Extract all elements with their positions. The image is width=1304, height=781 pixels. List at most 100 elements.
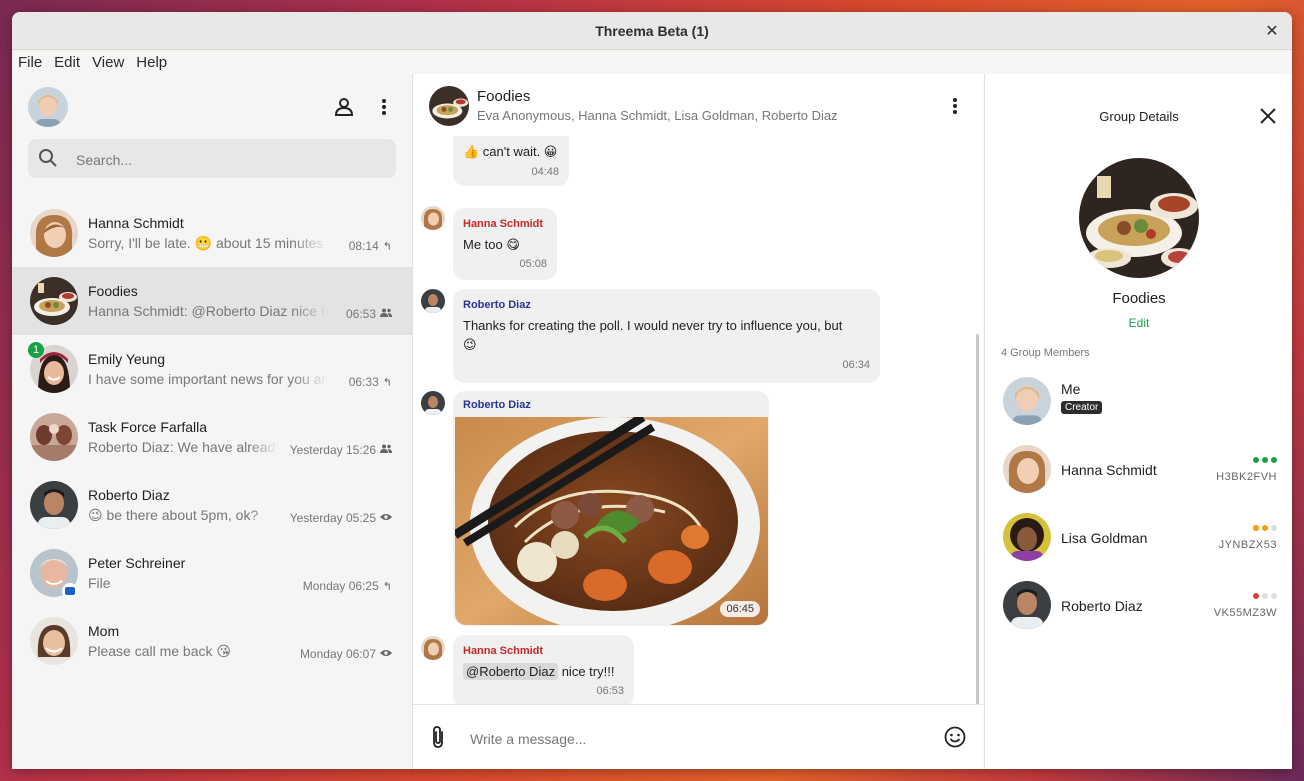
conversation-item[interactable]: Peter Schreiner File Monday 06:25 ↰ (12, 539, 412, 607)
conversation-item[interactable]: Foodies Hanna Schmidt: @Roberto Diaz nic… (12, 267, 412, 335)
conversation-time: 06:53 (345, 307, 376, 321)
chat-more-options-icon[interactable] (943, 94, 967, 118)
verification-level-indicator (1253, 593, 1277, 599)
threema-id: VK55MZ3W (1213, 607, 1277, 619)
member-avatar (1003, 445, 1051, 493)
chat-title: Foodies (477, 88, 531, 105)
close-window-button[interactable]: ✕ (1262, 21, 1282, 41)
conversation-item[interactable]: Task Force Farfalla Roberto Diaz: We hav… (12, 403, 412, 471)
conversation-item[interactable]: Hanna Schmidt Sorry, I'll be late. 😬 abo… (12, 199, 412, 267)
reply-icon: ↰ (382, 580, 392, 593)
menu-bar: File Edit View Help (12, 50, 1292, 74)
conversation-name: Task Force Farfalla (88, 419, 208, 435)
group-profile-picture[interactable] (1079, 158, 1199, 278)
sender-avatar[interactable] (421, 391, 445, 415)
message-sender: Roberto Diaz (463, 299, 531, 311)
reply-icon: ↰ (382, 376, 392, 389)
message-scrollbar[interactable] (976, 334, 979, 704)
attachment-icon[interactable] (431, 725, 445, 754)
sender-avatar[interactable] (421, 289, 445, 313)
conversation-time: Yesterday 15:26 (289, 443, 376, 457)
member-count: 4 Group Members (1001, 347, 1090, 359)
conversation-name: Hanna Schmidt (88, 215, 184, 231)
member-item[interactable]: Roberto Diaz VK55MZ3W (985, 571, 1292, 639)
conversation-time: Yesterday 05:25 (289, 511, 376, 525)
conversation-preview: File (88, 575, 111, 591)
conversation-time: 08:14 (348, 239, 379, 253)
member-name: Roberto Diaz (1061, 598, 1143, 614)
contact-avatar (30, 617, 78, 665)
message-bubble[interactable]: Hanna Schmidt @Roberto Diaz nice try!!! … (453, 635, 634, 704)
message-composer (413, 704, 983, 769)
message-bubble[interactable]: Roberto Diaz Thanks for creating the pol… (453, 289, 880, 383)
message-bubble[interactable]: Hanna Schmidt Me too 😋 05:08 (453, 208, 557, 280)
member-item[interactable]: Me Creator (985, 367, 1292, 435)
search-icon (38, 148, 58, 173)
group-avatar (30, 413, 78, 461)
message-text: @Roberto Diaz nice try!!! (463, 662, 614, 681)
chat-members: Eva Anonymous, Hanna Schmidt, Lisa Goldm… (477, 108, 838, 123)
more-options-icon[interactable] (372, 95, 396, 119)
message-bubble[interactable]: Roberto Diaz 06:45 (453, 391, 769, 626)
message-text-continued: 😉 (463, 337, 477, 352)
search-input[interactable] (74, 139, 388, 180)
conversation-item[interactable]: Roberto Diaz 😉 be there about 5pm, ok? Y… (12, 471, 412, 539)
sender-avatar[interactable] (421, 206, 445, 230)
member-name: Lisa Goldman (1061, 530, 1148, 546)
conversation-preview: Please call me back 😘 (88, 643, 231, 659)
emoji-icon[interactable] (944, 726, 966, 753)
contact-avatar (30, 209, 78, 257)
conversation-item[interactable]: Mom Please call me back 😘 Monday 06:07 (12, 607, 412, 675)
conversation-meta: Yesterday 05:25 (290, 511, 392, 525)
message-time: 04:48 (531, 166, 559, 178)
eye-icon (380, 512, 392, 524)
menu-help[interactable]: Help (130, 54, 173, 71)
image-attachment[interactable]: 06:45 (455, 417, 768, 625)
reply-icon: ↰ (382, 240, 392, 253)
chat-header[interactable]: Foodies Eva Anonymous, Hanna Schmidt, Li… (413, 74, 983, 136)
contacts-icon[interactable] (332, 95, 356, 119)
group-icon (380, 308, 392, 320)
close-icon[interactable] (1259, 107, 1277, 125)
message-text: Me too 😋 (463, 237, 520, 252)
message-text: Thanks for creating the poll. I would ne… (463, 318, 843, 333)
conversation-item[interactable]: 1 Emily Yeung I have some important news… (12, 335, 412, 403)
my-profile-avatar[interactable] (28, 87, 68, 127)
group-icon (380, 444, 392, 456)
sender-avatar[interactable] (421, 636, 445, 660)
unread-badge: 1 (28, 342, 44, 358)
conversation-meta: 06:33 ↰ (349, 375, 392, 389)
conversation-sidebar: Hanna Schmidt Sorry, I'll be late. 😬 abo… (12, 74, 413, 769)
message-sender: Roberto Diaz (463, 399, 531, 411)
mention-chip[interactable]: @Roberto Diaz (463, 663, 559, 680)
group-name: Foodies (1112, 290, 1166, 307)
message-input[interactable] (468, 727, 922, 751)
conversation-name: Foodies (88, 283, 138, 299)
message-bubble[interactable]: 👍 can't wait. 😀 04:48 (453, 136, 569, 186)
member-item[interactable]: Lisa Goldman JYNBZX53 (985, 503, 1292, 571)
title-bar: Threema Beta (1) ✕ (12, 12, 1292, 50)
conversation-meta: Monday 06:25 ↰ (303, 579, 392, 593)
window-title: Threema Beta (1) (595, 22, 709, 39)
conversation-name: Roberto Diaz (88, 487, 170, 503)
group-details-panel: Group Details Foodies Edit 4 Group Membe… (984, 74, 1292, 769)
threema-id: JYNBZX53 (1218, 539, 1277, 551)
details-title: Group Details (1099, 109, 1179, 124)
conversation-name: Emily Yeung (88, 351, 166, 367)
conversation-list: Hanna Schmidt Sorry, I'll be late. 😬 abo… (12, 199, 412, 675)
conversation-meta: 06:53 (346, 307, 392, 321)
menu-view[interactable]: View (86, 54, 130, 71)
eye-icon (380, 648, 392, 660)
conversation-meta: Monday 06:07 (300, 647, 392, 661)
menu-edit[interactable]: Edit (48, 54, 86, 71)
conversation-name: Peter Schreiner (88, 555, 186, 571)
sidebar-header (12, 74, 412, 136)
message-time: 06:34 (842, 359, 870, 371)
member-item[interactable]: Hanna Schmidt H3BK2FVH (985, 435, 1292, 503)
message-list: 👍 can't wait. 😀 04:48 Hanna Schmidt Me t… (413, 136, 983, 704)
menu-file[interactable]: File (12, 54, 48, 71)
conversation-preview: Hanna Schmidt: @Roberto Diaz nice try!!! (88, 303, 328, 319)
message-time: 05:08 (519, 258, 547, 270)
creator-tag: Creator (1061, 401, 1103, 414)
edit-group-link[interactable]: Edit (985, 316, 1292, 330)
